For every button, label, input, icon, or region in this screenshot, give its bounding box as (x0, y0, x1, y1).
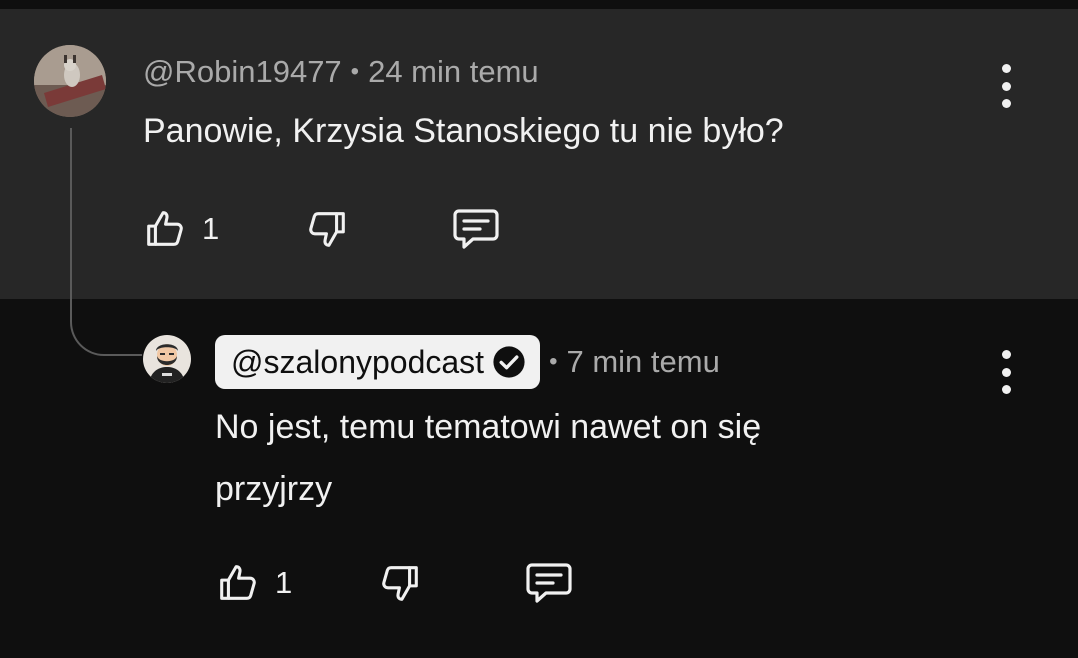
verified-check-icon (493, 346, 525, 378)
more-options-button[interactable] (996, 64, 1016, 108)
comment-text-line: No jest, temu tematowi nawet on się (215, 408, 762, 446)
author-name: @szalonypodcast (231, 343, 485, 380)
more-vertical-icon (1001, 64, 1011, 73)
comment-meta: @szalonypodcast • 7 min temu (215, 335, 720, 389)
creator-chip[interactable]: @szalonypodcast (215, 335, 541, 389)
author-name[interactable]: @Robin19477 (143, 54, 342, 90)
comment-actions: 1 (142, 205, 502, 253)
reply-button[interactable] (450, 205, 502, 253)
dislike-button[interactable] (377, 560, 423, 606)
like-count: 1 (202, 211, 220, 246)
thumbs-down-icon (309, 212, 346, 247)
reply-comment: @szalonypodcast • 7 min temu No jest, te… (0, 299, 1078, 658)
separator-dot: • (350, 58, 360, 85)
dislike-button[interactable] (304, 206, 350, 252)
thumbs-up-icon (220, 565, 256, 600)
like-button[interactable]: 1 (215, 560, 292, 606)
thumbs-down-icon (382, 566, 419, 601)
more-options-button[interactable] (996, 350, 1016, 394)
comment-icon (453, 209, 499, 249)
comment-time: 24 min temu (368, 54, 539, 89)
thumbs-up-icon (147, 211, 183, 246)
reply-button[interactable] (523, 559, 575, 607)
comment-text: No jest, temu tematowi nawet on się przy… (215, 396, 761, 520)
comment-time: 7 min temu (566, 344, 720, 379)
thread-connector-line (70, 128, 142, 356)
separator-dot: • (549, 348, 558, 375)
comment-text: Panowie, Krzysia Stanoskiego tu nie było… (143, 112, 784, 150)
comment-icon (526, 563, 572, 603)
avatar[interactable] (34, 45, 106, 117)
comment-meta: @Robin19477 • 24 min temu (143, 53, 539, 91)
avatar[interactable] (143, 335, 191, 383)
parent-comment: @Robin19477 • 24 min temu Panowie, Krzys… (0, 9, 1078, 299)
like-button[interactable]: 1 (142, 206, 219, 252)
comment-text-line: przyjrzy (215, 470, 333, 508)
top-divider (0, 0, 1078, 9)
more-vertical-icon (1001, 350, 1011, 359)
like-count: 1 (275, 565, 293, 600)
comment-actions: 1 (215, 559, 575, 607)
